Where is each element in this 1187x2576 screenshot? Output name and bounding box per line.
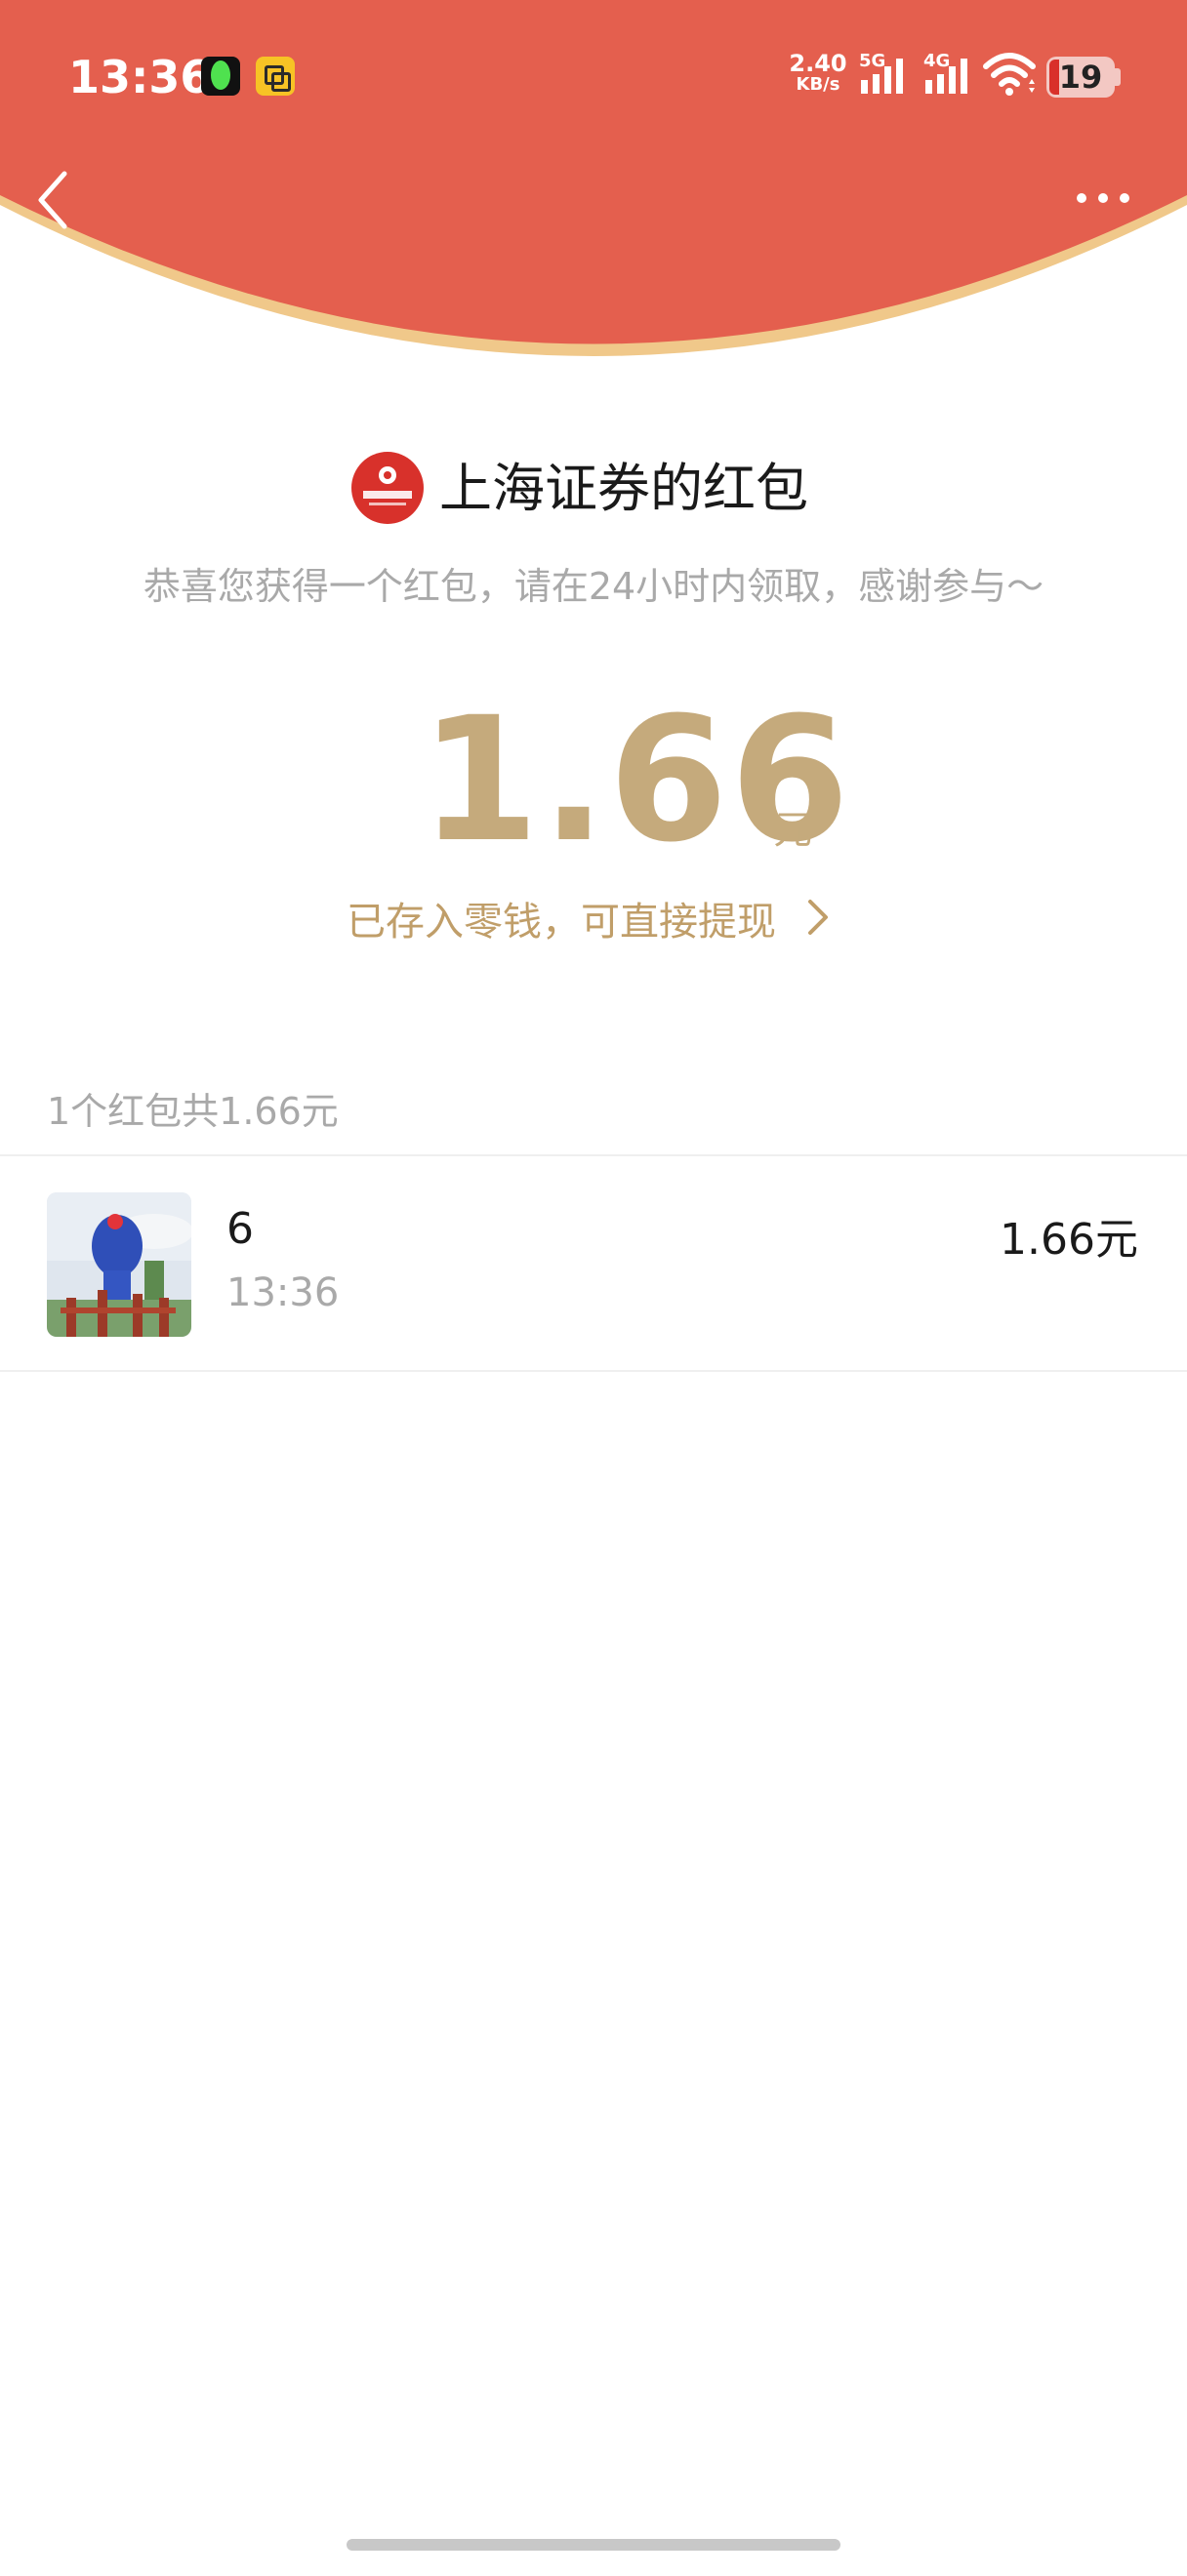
recipient-name: 6 <box>226 1204 254 1254</box>
home-indicator[interactable] <box>347 2539 840 2551</box>
red-envelope-subtitle: 恭喜您获得一个红包，请在24小时内领取，感谢参与～ <box>143 565 1044 608</box>
divider <box>0 1370 1187 1372</box>
network-speed: 2.40 KB/s <box>789 50 847 95</box>
more-options-button[interactable] <box>1064 174 1142 222</box>
recipient-amount: 1.66元 <box>1000 1215 1138 1265</box>
multiwindow-app-icon <box>256 57 295 96</box>
battery-icon: 19 <box>1046 57 1115 98</box>
withdraw-link[interactable]: 已存入零钱，可直接提现 <box>347 890 776 946</box>
back-button[interactable] <box>29 166 88 234</box>
received-time: 13:36 <box>226 1270 340 1315</box>
chevron-right-icon[interactable] <box>802 896 832 939</box>
wifi-icon <box>983 53 1036 96</box>
envelope-summary: 1个红包共1.66元 <box>47 1090 339 1133</box>
divider <box>0 1154 1187 1156</box>
amount-unit: 元 <box>773 808 812 853</box>
avatar[interactable] <box>47 1192 191 1337</box>
sender-logo-icon <box>351 452 424 524</box>
status-time: 13:36 <box>68 51 212 103</box>
music-app-icon <box>201 57 240 96</box>
battery-tip <box>1115 68 1121 86</box>
sim1-signal-icon: 5G <box>859 51 903 94</box>
sim2-signal-icon: 4G <box>923 51 967 94</box>
red-envelope-title: 上海证券的红包 <box>439 458 808 519</box>
